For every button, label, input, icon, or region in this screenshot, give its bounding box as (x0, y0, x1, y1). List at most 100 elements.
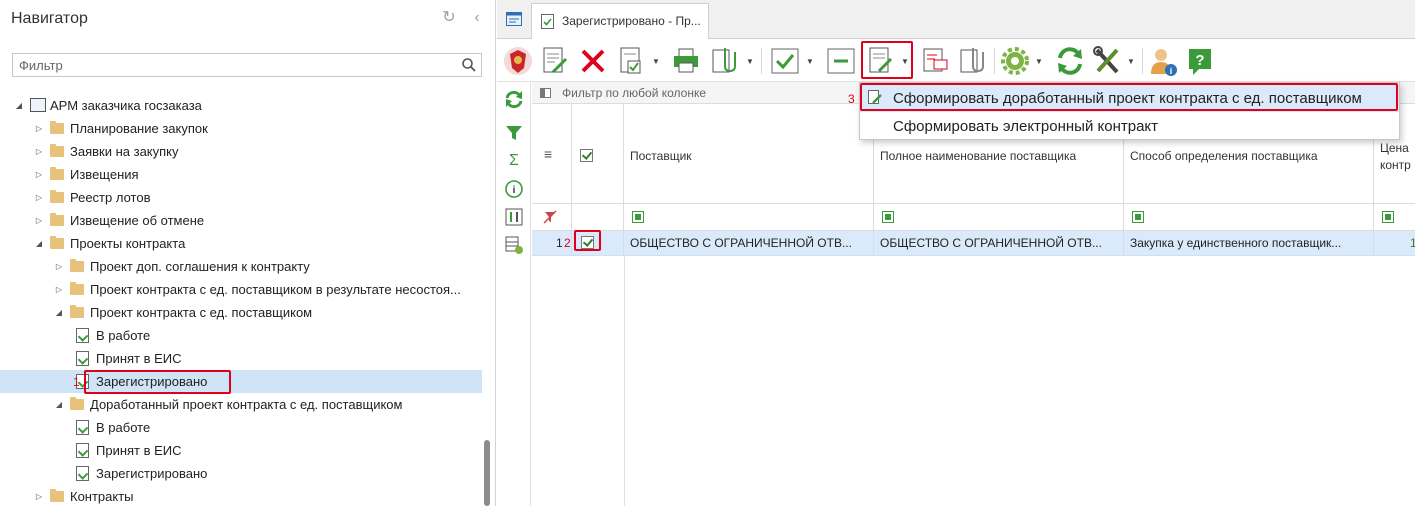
contracts-grid: Фильтр по любой колонке ≡ Поставщик Полн… (532, 82, 1415, 506)
tab-registered[interactable]: Зарегистрировано - Пр... (531, 3, 709, 39)
collapse-panel-icon[interactable]: ‹ (468, 9, 486, 27)
minus-icon[interactable] (825, 44, 857, 78)
document-icon (76, 420, 89, 435)
annotation-box-2 (574, 230, 601, 251)
user-info-icon[interactable]: i (1147, 44, 1179, 78)
tree-document-item[interactable]: В работе (0, 324, 482, 347)
folder-icon (70, 282, 84, 295)
filter-icon[interactable] (503, 122, 525, 144)
cancel-document-icon[interactable] (919, 44, 951, 78)
expand-arrow-icon[interactable]: ▷ (54, 255, 64, 278)
tree-folder-item[interactable]: ▷ Проект контракта с ед. поставщиком в ре… (0, 278, 482, 301)
refresh-icon[interactable]: ↻ (440, 9, 458, 27)
filter-toggle-icon[interactable] (1132, 211, 1144, 223)
delete-icon[interactable] (577, 44, 609, 78)
tree-folder-item[interactable]: ▷ Реестр лотов (0, 186, 482, 209)
filter-cell-full-name[interactable] (874, 204, 1124, 231)
toolbar-separator (761, 48, 762, 74)
tree-root-item[interactable]: ◢ АРМ заказчика госзаказа (0, 94, 482, 117)
tree-document-item[interactable]: Зарегистрировано (0, 462, 482, 485)
filter-toggle-icon[interactable] (882, 211, 894, 223)
info-icon[interactable]: i (503, 178, 525, 200)
expand-arrow-icon[interactable]: ▷ (34, 209, 44, 232)
refresh-icon[interactable] (503, 88, 525, 110)
tree-folder-item[interactable]: ▷ Проект доп. соглашения к контракту (0, 255, 482, 278)
tab-home[interactable] (497, 0, 531, 39)
clear-filters-cell[interactable] (532, 204, 572, 231)
tree-folder-item[interactable]: ▷ Планирование закупок (0, 117, 482, 140)
sum-icon[interactable]: Σ (503, 152, 525, 174)
tree-document-item[interactable]: В работе (0, 416, 482, 439)
tree-item-label: В работе (96, 420, 151, 435)
menu-item-create-electronic-contract[interactable]: Сформировать электронный контракт (860, 112, 1399, 140)
cell-text: ОБЩЕСТВО С ОГРАНИЧЕННОЙ ОТВ... (630, 236, 852, 250)
cell-text: Закупка у единственного поставщик... (1130, 236, 1342, 250)
chevron-down-icon[interactable]: ▼ (1127, 57, 1135, 66)
annotation-box-3 (860, 83, 1398, 111)
approve-document-icon[interactable] (615, 44, 647, 78)
tree-folder-item[interactable]: ▷ Извещение об отмене (0, 209, 482, 232)
chevron-down-icon[interactable]: ▼ (1035, 57, 1043, 66)
edit-document-icon[interactable] (539, 44, 571, 78)
tree-item-label: Извещения (70, 167, 139, 182)
table-cell[interactable]: 1 (1374, 231, 1415, 256)
print-icon[interactable] (670, 44, 702, 78)
expand-arrow-icon[interactable]: ▷ (54, 278, 64, 301)
expand-arrow-icon[interactable]: ▷ (34, 485, 44, 506)
filter-toggle-icon[interactable] (632, 211, 644, 223)
collapse-arrow-icon[interactable]: ◢ (34, 232, 44, 255)
filter-cell-method[interactable] (1124, 204, 1374, 231)
navigator-filter-input[interactable] (19, 57, 449, 73)
folder-icon (50, 121, 64, 134)
help-icon[interactable]: ? (1185, 44, 1217, 78)
chevron-down-icon[interactable]: ▼ (652, 57, 660, 66)
attachment-icon[interactable] (709, 44, 741, 78)
refresh-icon[interactable] (1054, 44, 1086, 78)
select-all-checkbox[interactable] (580, 149, 593, 162)
gear-icon[interactable] (999, 44, 1031, 78)
folder-icon (70, 397, 84, 410)
tree-document-item[interactable]: Принят в ЕИС (0, 347, 482, 370)
panel-toggle-icon[interactable] (540, 88, 551, 98)
navigator-scrollbar[interactable] (484, 440, 490, 506)
tree-item-label: Проект контракта с ед. поставщиком (90, 305, 313, 320)
table-cell[interactable]: Закупка у единственного поставщик... (1124, 231, 1374, 256)
tree-item-label: Принят в ЕИС (96, 351, 182, 366)
clear-filter-icon[interactable] (543, 210, 557, 224)
column-header-supplier[interactable]: Поставщик (624, 104, 874, 204)
collapse-arrow-icon[interactable]: ◢ (14, 94, 24, 117)
menu-icon[interactable]: ≡ (544, 146, 552, 162)
expand-arrow-icon[interactable]: ▷ (34, 140, 44, 163)
chevron-down-icon[interactable]: ▼ (806, 57, 814, 66)
tools-icon[interactable] (1091, 44, 1123, 78)
tree-folder-item[interactable]: ▷ Контракты (0, 485, 482, 506)
tree-folder-item[interactable]: ◢ Доработанный проект контракта с ед. пос… (0, 393, 482, 416)
grid-settings-icon[interactable] (503, 234, 525, 256)
tree-document-item[interactable]: Принят в ЕИС (0, 439, 482, 462)
expand-arrow-icon[interactable]: ▷ (34, 163, 44, 186)
expand-arrow-icon[interactable]: ▷ (34, 117, 44, 140)
tree-folder-item[interactable]: ▷ Извещения (0, 163, 482, 186)
collapse-arrow-icon[interactable]: ◢ (54, 301, 64, 324)
expand-arrow-icon[interactable]: ▷ (34, 186, 44, 209)
check-icon[interactable] (769, 44, 801, 78)
column-header-label: Способ определения поставщика (1130, 149, 1318, 163)
collapse-arrow-icon[interactable]: ◢ (54, 393, 64, 416)
attachment-icon[interactable] (957, 44, 989, 78)
tree-folder-item[interactable]: ◢ Проект контракта с ед. поставщиком (0, 301, 482, 324)
filter-cell-supplier[interactable] (624, 204, 874, 231)
table-cell[interactable]: ОБЩЕСТВО С ОГРАНИЧЕННОЙ ОТВ... (624, 231, 874, 256)
tree-folder-item[interactable]: ◢ Проекты контракта (0, 232, 482, 255)
sort-icon[interactable] (503, 206, 525, 228)
document-icon (76, 351, 89, 366)
select-all-header[interactable] (572, 104, 624, 204)
column-menu-header[interactable]: ≡ (532, 104, 572, 204)
tree-folder-item[interactable]: ▷ Заявки на закупку (0, 140, 482, 163)
filter-cell-price[interactable] (1374, 204, 1415, 231)
search-icon[interactable] (461, 57, 477, 73)
table-cell[interactable]: ОБЩЕСТВО С ОГРАНИЧЕННОЙ ОТВ... (874, 231, 1124, 256)
svg-text:i: i (1170, 66, 1173, 76)
chevron-down-icon[interactable]: ▼ (746, 57, 754, 66)
filter-toggle-icon[interactable] (1382, 211, 1394, 223)
tree-item-label: АРМ заказчика госзаказа (50, 98, 202, 113)
